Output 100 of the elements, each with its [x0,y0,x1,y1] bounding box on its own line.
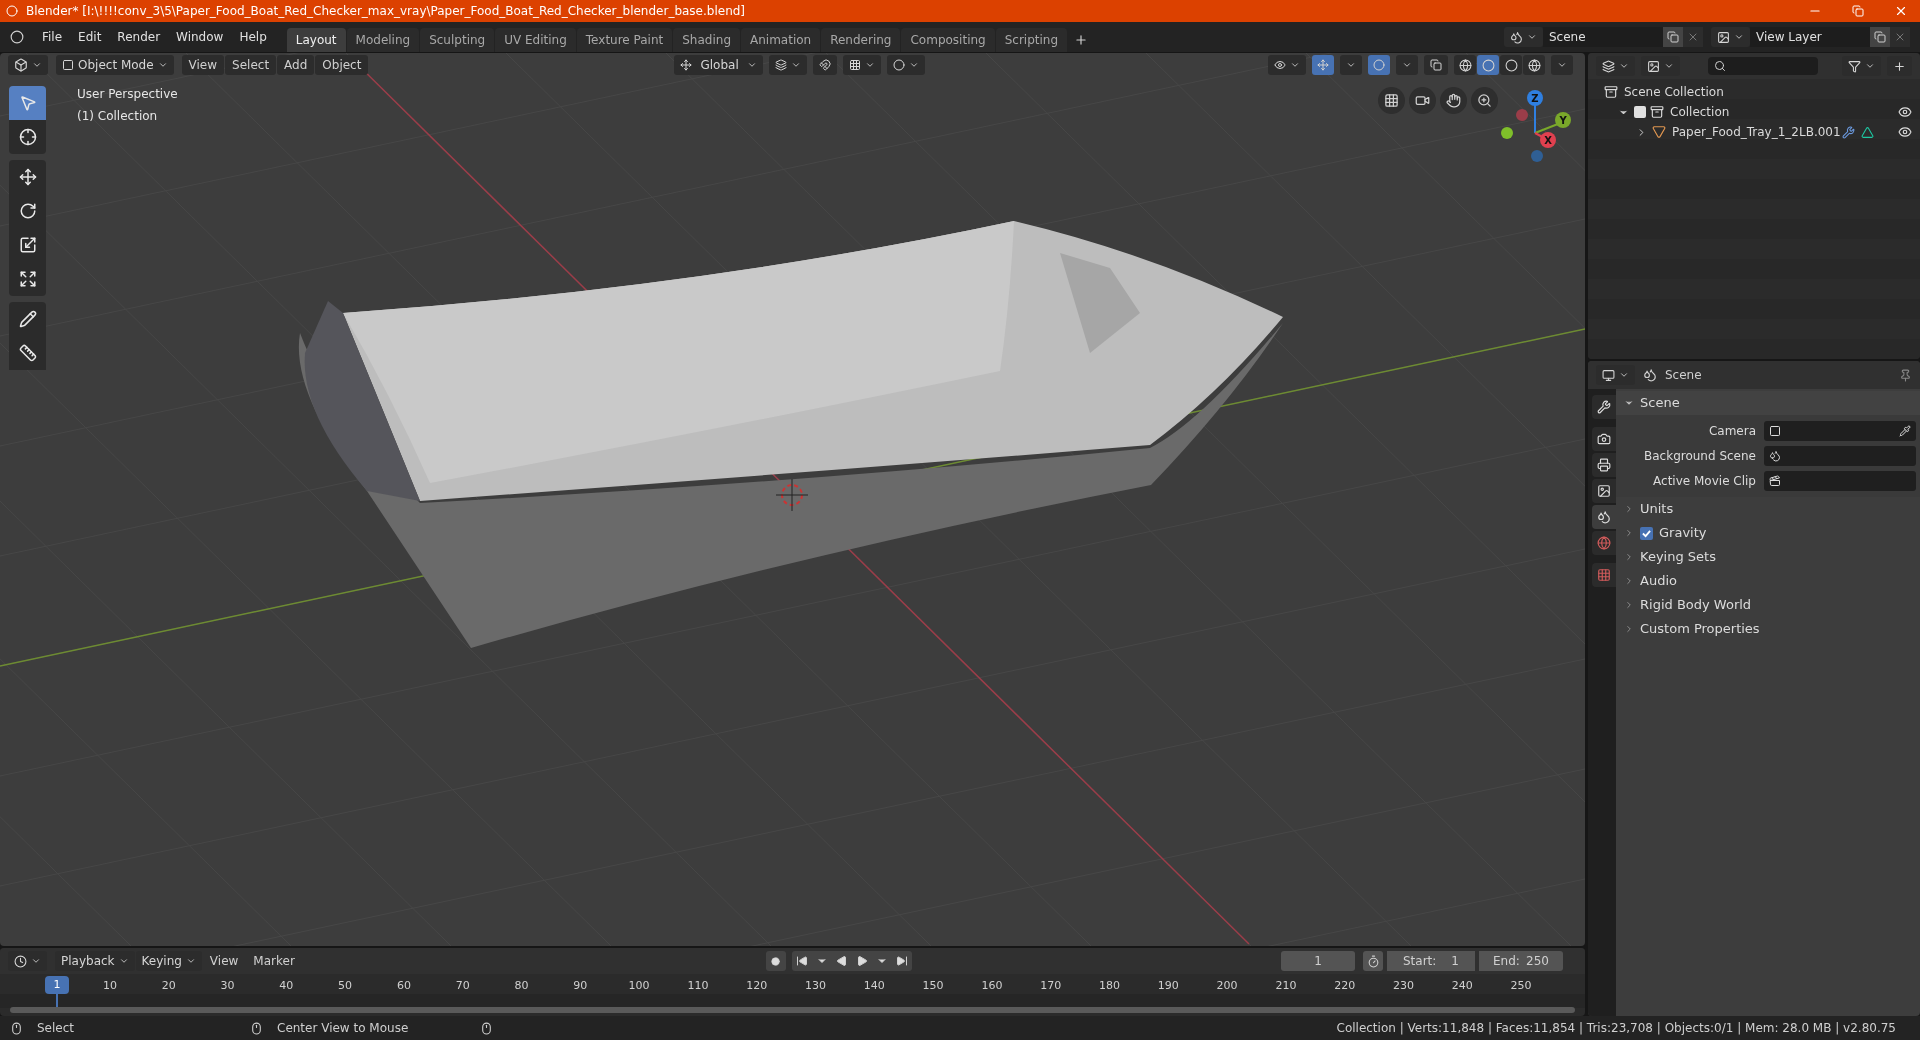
tool-button[interactable] [9,120,46,154]
end-frame-field[interactable]: End: 250 [1479,951,1563,971]
delete-scene-button[interactable] [1683,27,1703,47]
tool-button[interactable] [9,336,46,370]
status-hint: Select [37,1020,75,1037]
camera-view-button[interactable] [1409,87,1436,114]
menu-item[interactable]: Render [109,26,169,48]
panel-checkbox[interactable] [1640,526,1653,540]
zoom-view-button[interactable] [1471,87,1498,114]
properties-tab[interactable] [1592,427,1616,451]
editor-type-button[interactable] [1596,365,1635,385]
menu-button[interactable]: Object [315,55,369,75]
menu-button[interactable]: View [202,951,246,971]
workspace-tab[interactable]: UV Editing [495,28,576,52]
tool-button[interactable] [9,160,46,194]
shading-mode-button[interactable] [1523,55,1545,75]
shading-mode-button[interactable] [1454,55,1476,75]
new-collection-button[interactable] [1887,56,1912,76]
snap-button[interactable] [812,55,837,75]
frame-number: 190 [1157,978,1179,994]
axis-label[interactable]: Y [1555,112,1571,128]
visibility-dropdown[interactable] [1268,55,1306,75]
display-mode-dropdown[interactable] [1641,56,1680,76]
menu-item[interactable]: Help [231,26,275,48]
collapsed-panel-header[interactable]: Audio [1616,569,1920,593]
outliner-icon [1602,59,1615,73]
workspace-tab[interactable]: Modeling [346,28,420,52]
workspace-tab[interactable]: Texture Paint [576,28,673,52]
menu-dropdown[interactable]: Playback [55,951,135,971]
close-button[interactable] [1894,4,1908,18]
menu-button[interactable]: View [181,55,225,75]
menu-button[interactable]: Select [225,55,277,75]
chevron-icon [1619,61,1629,71]
properties-tab[interactable] [1592,479,1616,503]
record-button[interactable] [765,951,786,971]
timeline-scrollbar[interactable] [10,1007,1575,1013]
object-field[interactable] [1764,471,1916,491]
editor-type-button[interactable] [8,951,47,971]
proportional-edit-dropdown[interactable] [886,55,925,75]
new-scene-button[interactable] [1663,27,1683,47]
menu-item[interactable]: File [34,26,71,48]
new-view-layer-button[interactable] [1870,27,1890,47]
workspace-tab[interactable]: Shading [673,28,740,52]
view-layer-browse-dropdown[interactable] [1711,27,1750,47]
start-frame-field[interactable]: Start: 1 [1387,951,1475,971]
perspective-toggle-button[interactable] [1378,87,1405,114]
view-layer-field[interactable]: View Layer [1750,27,1870,47]
workspace-tab[interactable]: Compositing [901,28,995,52]
mode-dropdown[interactable]: Object Mode [56,55,174,75]
collapsed-panel-header[interactable]: Keying Sets [1616,545,1920,569]
workspace-tab[interactable]: Rendering [821,28,901,52]
menu-button[interactable]: Marker [246,951,302,971]
current-frame-field[interactable]: 1 [1281,951,1355,971]
properties-tab[interactable] [1592,505,1616,529]
filter-dropdown[interactable] [1842,56,1881,76]
collapsed-panel-header[interactable]: Rigid Body World [1616,593,1920,617]
snap-dropdown[interactable] [842,55,881,75]
workspace-tab[interactable]: Scripting [995,28,1068,52]
xray-button[interactable] [1424,55,1448,75]
menu-button[interactable]: Add [277,55,315,75]
auto-keying-button[interactable] [1363,951,1383,971]
menu-dropdown[interactable]: Keying [135,951,202,971]
collapsed-panel-header[interactable]: Custom Properties [1616,617,1920,641]
menu-item[interactable]: Window [168,26,232,48]
search-field[interactable] [1708,57,1818,75]
section-header[interactable]: Scene [1616,391,1920,415]
orientation-dropdown[interactable]: Global [674,55,763,75]
playhead-frame-marker[interactable]: 1 [45,976,69,994]
workspace-tab[interactable]: Animation [741,28,821,52]
tool-button[interactable] [9,302,46,336]
menu-item[interactable]: Edit [70,26,110,48]
collapsed-panel-header[interactable]: Gravity [1616,521,1920,545]
properties-tab[interactable] [1592,395,1616,419]
collapsed-panel-header[interactable]: Units [1616,497,1920,521]
axis-label[interactable]: Z [1527,90,1543,106]
restore-button[interactable] [1852,4,1864,18]
workspace-tab[interactable]: Layout [286,28,346,52]
delete-view-layer-button[interactable] [1890,27,1910,47]
properties-tab[interactable] [1592,453,1616,477]
scene-browse-dropdown[interactable] [1504,27,1543,47]
pivot-dropdown[interactable] [768,55,807,75]
pan-view-button[interactable] [1440,87,1467,114]
outliner-item-label[interactable]: Scene Collection [1624,83,1724,101]
object-field[interactable] [1764,446,1916,466]
shading-mode-button[interactable] [1500,55,1522,75]
overlays-toggle[interactable] [1368,55,1390,75]
chevron-icon [1346,60,1356,70]
outliner-item-label[interactable]: Paper_Food_Tray_1_2LB.001 [1672,123,1841,141]
axis-label[interactable]: X [1540,132,1556,148]
editor-type-button[interactable] [8,55,48,75]
object-field[interactable] [1764,421,1916,441]
gizmo-toggle[interactable] [1312,55,1334,75]
exclude-checkbox[interactable] [1634,106,1646,118]
editor-type-button[interactable] [1596,56,1635,76]
workspace-tab[interactable]: Sculpting [420,28,495,52]
collection-icon [1650,105,1664,119]
scene-field[interactable]: Scene [1543,27,1663,47]
pencil-icon [18,310,37,328]
tool-button[interactable] [9,262,46,296]
outliner-item-label[interactable]: Collection [1670,103,1730,121]
